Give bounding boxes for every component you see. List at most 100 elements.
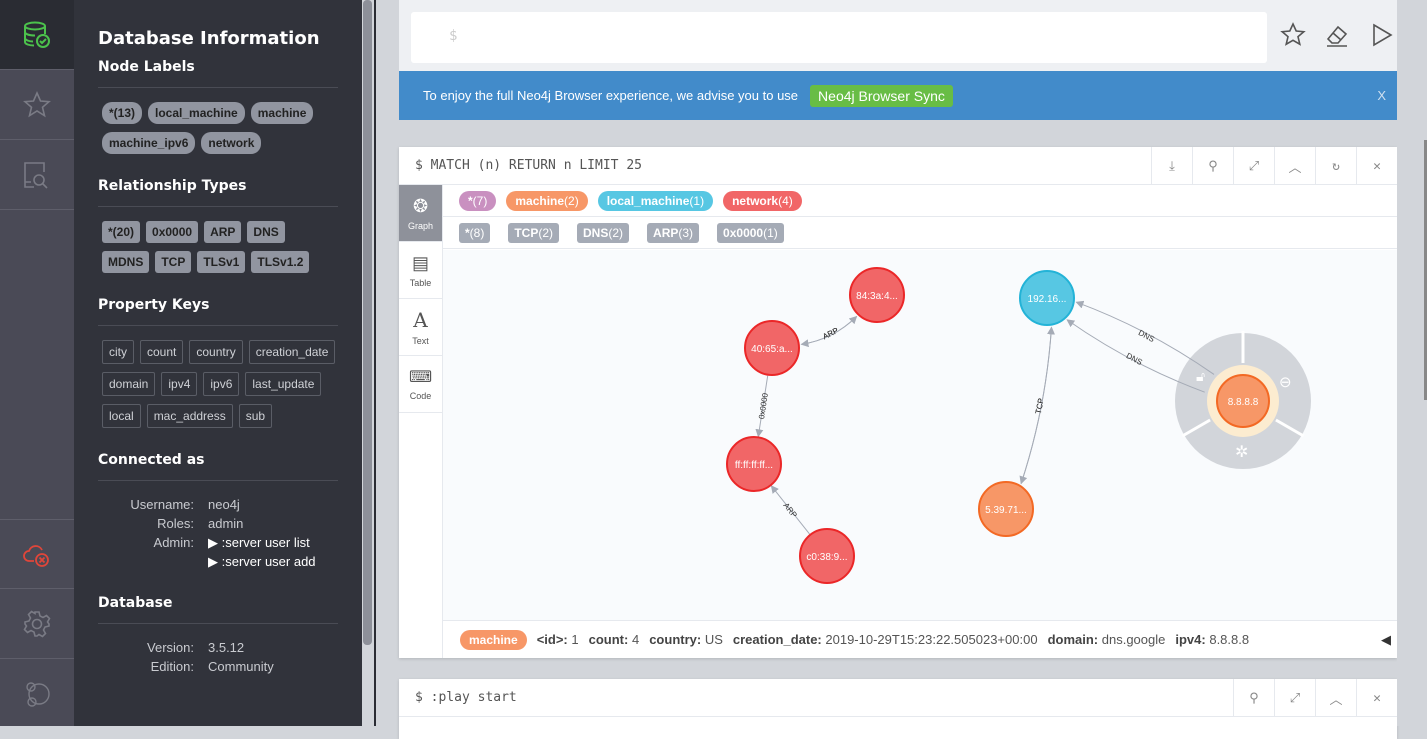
legend-node-label[interactable]: machine(2)	[506, 190, 588, 211]
tab-code[interactable]: ⌨ Code	[399, 356, 442, 413]
legend-type-name: 0x0000	[723, 225, 764, 240]
selected-label-pill[interactable]: machine	[460, 629, 527, 650]
property-key: ipv4:	[1175, 632, 1206, 647]
legend-relationship-type[interactable]: DNS(2)	[577, 222, 630, 243]
search-doc-icon[interactable]	[0, 140, 74, 210]
relationship-type-tag[interactable]: TLSv1	[197, 251, 246, 273]
favorite-star-icon[interactable]	[1280, 22, 1306, 48]
legend-type-count: (1)	[763, 225, 778, 240]
legend-relationship-type[interactable]: 0x0000(1)	[717, 222, 784, 243]
property-key-tag[interactable]: ipv6	[203, 372, 240, 396]
relationship-type-tag[interactable]: MDNS	[102, 251, 150, 273]
property-key-tag[interactable]: domain	[102, 372, 156, 396]
legend-type-count: (2)	[608, 225, 624, 240]
property-entry: ipv4: 8.8.8.8	[1175, 632, 1249, 647]
download-icon[interactable]: ⤓	[1151, 147, 1192, 185]
tab-graph[interactable]: ❂ Graph	[399, 185, 442, 242]
relationship-label: TCP	[1034, 397, 1046, 414]
legend-node-label[interactable]: *(7)	[459, 190, 497, 211]
node-label-pill[interactable]: network	[201, 132, 262, 154]
tab-table[interactable]: ▤ Table	[399, 242, 442, 299]
property-key-tag[interactable]: creation_date	[248, 340, 336, 364]
edition-value: Community	[208, 659, 274, 674]
code-icon: ⌨	[408, 369, 433, 386]
node-label-pill[interactable]: *(13)	[102, 102, 143, 124]
pin-icon[interactable]: ⚲	[1233, 679, 1274, 717]
legend-label-count: (1)	[689, 193, 705, 208]
relationship-type-tag[interactable]: TLSv1.2	[251, 251, 310, 273]
node-label-pill[interactable]: machine_ipv6	[102, 132, 196, 154]
legend-node-label[interactable]: network(4)	[723, 190, 802, 211]
server-user-add-link[interactable]: ▶ :server user add	[208, 552, 316, 571]
username-value: neo4j	[208, 497, 240, 512]
gear-icon[interactable]	[0, 589, 74, 659]
legend-label-count: (4)	[778, 193, 793, 208]
property-key-tag[interactable]: count	[140, 340, 184, 364]
node-caption: 40:65:a...	[751, 344, 793, 355]
neo4j-logo-icon[interactable]	[0, 659, 74, 729]
close-icon[interactable]: ✕	[1356, 679, 1397, 717]
relationship-type-tag[interactable]: 0x0000	[146, 221, 199, 243]
node-label-pill[interactable]: local_machine	[148, 102, 245, 124]
relationship-type-tag[interactable]: TCP	[155, 251, 192, 273]
pin-icon[interactable]: ⚲	[1192, 147, 1233, 185]
caret-left-icon[interactable]: ◀	[1381, 632, 1391, 648]
browser-sync-button[interactable]: Neo4j Browser Sync	[810, 84, 953, 107]
property-key-tag[interactable]: city	[102, 340, 134, 364]
connected-as-heading: Connected as	[98, 452, 338, 481]
node-caption: 192.16...	[1028, 294, 1067, 305]
legend-type-name: ARP	[653, 225, 679, 240]
sync-banner: To enjoy the full Neo4j Browser experien…	[399, 71, 1410, 120]
relationship-type-tag[interactable]: DNS	[247, 221, 285, 243]
frame-query[interactable]: $ MATCH (n) RETURN n LIMIT 25	[415, 158, 642, 173]
relationship-type-tag[interactable]: ARP	[204, 221, 242, 243]
collapse-icon[interactable]: ︿	[1274, 147, 1315, 185]
query-editor-input[interactable]: $	[411, 12, 1267, 63]
relationship-label: 0x0000	[757, 392, 770, 420]
legend-node-label[interactable]: local_machine(1)	[597, 190, 714, 211]
relationship-type-tag[interactable]: *(20)	[102, 221, 141, 243]
database-icon[interactable]	[0, 0, 74, 70]
graph-canvas[interactable]: 🔓︎ ⊖ ✲ ARP ARP 0x0000 ARP TCP TCP DNS DNS 84:3a:4..…	[443, 250, 1397, 620]
property-value: US	[704, 632, 723, 647]
main-scrollbar-track[interactable]	[1397, 0, 1427, 726]
legend-relationship-type[interactable]: TCP(2)	[508, 222, 560, 243]
property-key-tag[interactable]: local	[102, 404, 141, 428]
legend-relationship-type[interactable]: ARP(3)	[647, 222, 700, 243]
play-icon[interactable]	[1369, 22, 1395, 48]
property-key: <id>:	[536, 632, 568, 647]
close-icon[interactable]: ✕	[1356, 147, 1397, 185]
property-key: country:	[649, 632, 702, 647]
property-key: domain:	[1047, 632, 1099, 647]
expand-icon[interactable]: ⤢	[1274, 679, 1315, 717]
property-entry: domain: dns.google	[1048, 632, 1166, 647]
hide-icon: ⊖	[1279, 374, 1292, 391]
property-key-tag[interactable]: sub	[238, 404, 273, 428]
server-user-list-link[interactable]: ▶ :server user list	[208, 533, 310, 552]
property-value: 4	[631, 632, 640, 647]
property-key-tag[interactable]: ipv4	[161, 372, 198, 396]
legend-type-count: (3)	[678, 225, 694, 240]
unlock-icon: 🔓︎	[1196, 368, 1205, 384]
property-key-tag[interactable]: last_update	[245, 372, 322, 396]
legend-relationship-type[interactable]: *(8)	[459, 222, 491, 243]
property-value: dns.google	[1101, 632, 1166, 647]
property-key-tag[interactable]: country	[189, 340, 243, 364]
property-key-tag[interactable]: mac_address	[146, 404, 233, 428]
collapse-icon[interactable]: ︿	[1315, 679, 1356, 717]
tab-text[interactable]: A Text	[399, 299, 442, 356]
expand-icon[interactable]: ⤢	[1233, 147, 1274, 185]
node-label-pill[interactable]: machine	[250, 102, 314, 124]
star-icon[interactable]	[0, 70, 74, 140]
property-value: 1	[571, 632, 579, 647]
node-label-legend: *(7) machine(2) local_machine(1) network(4)	[443, 185, 1397, 217]
disconnected-cloud-icon[interactable]	[0, 519, 74, 589]
frame-query[interactable]: $ :play start	[415, 690, 517, 705]
eraser-icon[interactable]	[1324, 22, 1350, 48]
banner-close-button[interactable]: X	[1377, 88, 1386, 103]
banner-text: To enjoy the full Neo4j Browser experien…	[423, 88, 799, 103]
drawer-scrollbar[interactable]	[363, 0, 372, 645]
rerun-icon[interactable]: ↻	[1315, 147, 1356, 185]
node-caption: 5.39.71...	[985, 505, 1027, 516]
play-start-frame: $ :play start ⚲ ⤢ ︿ ✕	[399, 679, 1397, 739]
